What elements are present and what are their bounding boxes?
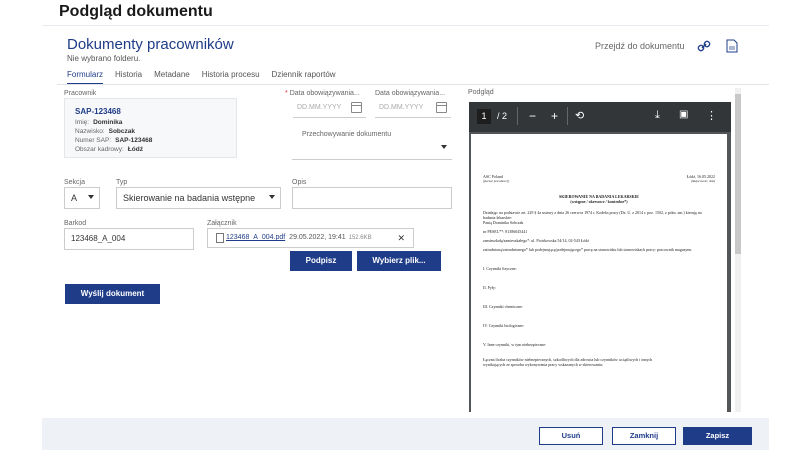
storage-label: Przechowywanie dokumentu: [302, 131, 392, 138]
card-subtitle: Nie wybrano folderu.: [67, 54, 141, 63]
doc-person: Panią Dominika Sobczak: [483, 220, 524, 225]
tab-report-log[interactable]: Dziennik raportów: [272, 70, 336, 85]
choose-file-button[interactable]: Wybierz plik...: [357, 251, 441, 271]
doc-paragraph: Działając na podstawie art. 229 § 4a ust…: [483, 210, 702, 220]
attachment-label: Załącznik: [207, 220, 237, 227]
rotate-icon[interactable]: ⟲: [575, 109, 584, 122]
tab-bar: Formularz Historia Metadane Historia pro…: [67, 70, 336, 85]
valid-from-label: * Data obowiązywania...: [285, 90, 360, 97]
employee-last-name: Nazwisko: Sobczak: [75, 128, 135, 135]
attachment-size: 152.6KB: [348, 235, 372, 241]
more-menu-icon[interactable]: ⋮: [706, 109, 717, 122]
pdf-icon[interactable]: [726, 39, 738, 53]
barcode-input[interactable]: 123468_A_004: [64, 228, 194, 250]
employee-sap-number: Numer SAP: SAP-123468: [75, 137, 153, 144]
tab-form[interactable]: Formularz: [67, 70, 104, 85]
toolbar-separator: [567, 107, 568, 125]
attachment-date: 29.05.2022, 19:41: [289, 234, 346, 241]
type-select[interactable]: Skierowanie na badania wstępne: [116, 187, 281, 209]
attachment-file-link[interactable]: 123468_A_004.pdf: [226, 234, 285, 241]
tab-history[interactable]: Historia: [115, 70, 142, 85]
sign-button[interactable]: Podpisz: [290, 251, 352, 271]
doc-pesel: nr PESEL**: 81386045441: [483, 229, 528, 234]
doc-section-1: I. Czynniki fizyczne:: [483, 266, 517, 271]
doc-header-left-sub: (pieczęć pracodawcy): [483, 179, 510, 183]
doc-section-5: V. Inne czynniki, w tym niebezpieczne:: [483, 342, 547, 347]
close-button[interactable]: Zamknij: [612, 427, 676, 445]
preview-scrollbar[interactable]: [735, 88, 741, 412]
employee-area: Obszar kadrowy: Łódź: [75, 146, 143, 153]
download-icon[interactable]: ⤓: [655, 109, 660, 122]
chevron-down-icon: [441, 145, 447, 149]
employee-label: Pracownik: [64, 90, 97, 97]
chevron-down-icon: [269, 195, 275, 199]
save-button[interactable]: Zapisz: [683, 427, 752, 445]
doc-title-sub: (wstępne / okresowe / kontrolne*): [570, 199, 628, 204]
doc-section-3: III. Czynniki chemiczne:: [483, 304, 523, 309]
type-label: Typ: [116, 179, 128, 186]
attachment-field: 123468_A_004.pdf 29.05.2022, 19:41 152.6KB…: [207, 228, 414, 248]
scrollbar-thumb[interactable]: [735, 94, 741, 254]
pdf-toolbar: 1 / 2 − + ⟲ ⤓ ▣ ⋮: [469, 102, 731, 132]
doc-position: zatrudnioną/zatrudnionego* lub podejmują…: [483, 247, 692, 252]
description-input[interactable]: [292, 187, 452, 209]
toolbar-separator: [517, 107, 518, 125]
valid-to-label: Data obowiązywania...: [375, 90, 446, 97]
link-icon[interactable]: [697, 39, 711, 53]
card-title: Dokumenty pracowników: [67, 36, 234, 53]
page-title: Podgląd dokumentu: [59, 3, 213, 20]
pdf-page: ASC Poland (pieczęć pracodawcy) Łódź, 16.…: [471, 134, 727, 412]
preview-label: Podgląd: [468, 89, 494, 96]
divider: [42, 25, 769, 26]
tab-process-history[interactable]: Historia procesu: [202, 70, 260, 85]
doc-address: zamieszkałą/zamieszkałego*: ul. Piotrkow…: [483, 238, 590, 243]
section-select[interactable]: A: [64, 187, 100, 209]
page-number-input[interactable]: 1: [477, 109, 491, 124]
zoom-out-icon[interactable]: −: [529, 109, 536, 123]
doc-header-right-sub: (miejscowość, data): [691, 179, 715, 183]
zoom-in-icon[interactable]: +: [551, 109, 558, 123]
delete-button[interactable]: Usuń: [539, 427, 603, 445]
valid-from-input[interactable]: DD.MM.YYYY: [293, 98, 366, 118]
description-label: Opis: [292, 179, 307, 186]
print-icon[interactable]: ▣: [679, 109, 688, 120]
storage-select[interactable]: [292, 138, 452, 160]
footer-bar: Usuń Zamknij Zapisz: [42, 418, 769, 450]
calendar-icon[interactable]: [351, 102, 362, 113]
employee-first-name: Imię: Dominika: [75, 119, 123, 126]
tabs-divider: [57, 84, 769, 85]
valid-to-input[interactable]: DD.MM.YYYY: [375, 98, 451, 118]
chevron-down-icon: [88, 195, 94, 199]
doc-section-2: II. Pyły:: [483, 285, 497, 290]
doc-section-4: IV. Czynniki biologiczne:: [483, 323, 525, 328]
tab-metadata[interactable]: Metadane: [154, 70, 190, 85]
employee-id[interactable]: SAP-123468: [75, 107, 121, 116]
section-label: Sekcja: [64, 179, 86, 186]
send-document-button[interactable]: Wyślij dokument: [65, 284, 160, 304]
barcode-label: Barkod: [64, 220, 87, 227]
page-total: / 2: [497, 111, 508, 121]
pdf-viewer[interactable]: ASC Poland (pieczęć pracodawcy) Łódź, 16.…: [469, 132, 731, 412]
doc-summary: Łączna liczba czynników niebezpiecznych,…: [483, 357, 653, 367]
close-icon[interactable]: ✕: [397, 233, 405, 244]
goto-document-link[interactable]: Przejdź do dokumentu: [595, 41, 685, 51]
document-card: Dokumenty pracowników Nie wybrano folder…: [57, 32, 769, 412]
employee-card[interactable]: SAP-123468 Imię: Dominika Nazwisko: Sobcza…: [64, 98, 237, 158]
file-icon: [216, 233, 224, 243]
calendar-icon[interactable]: [436, 102, 447, 113]
